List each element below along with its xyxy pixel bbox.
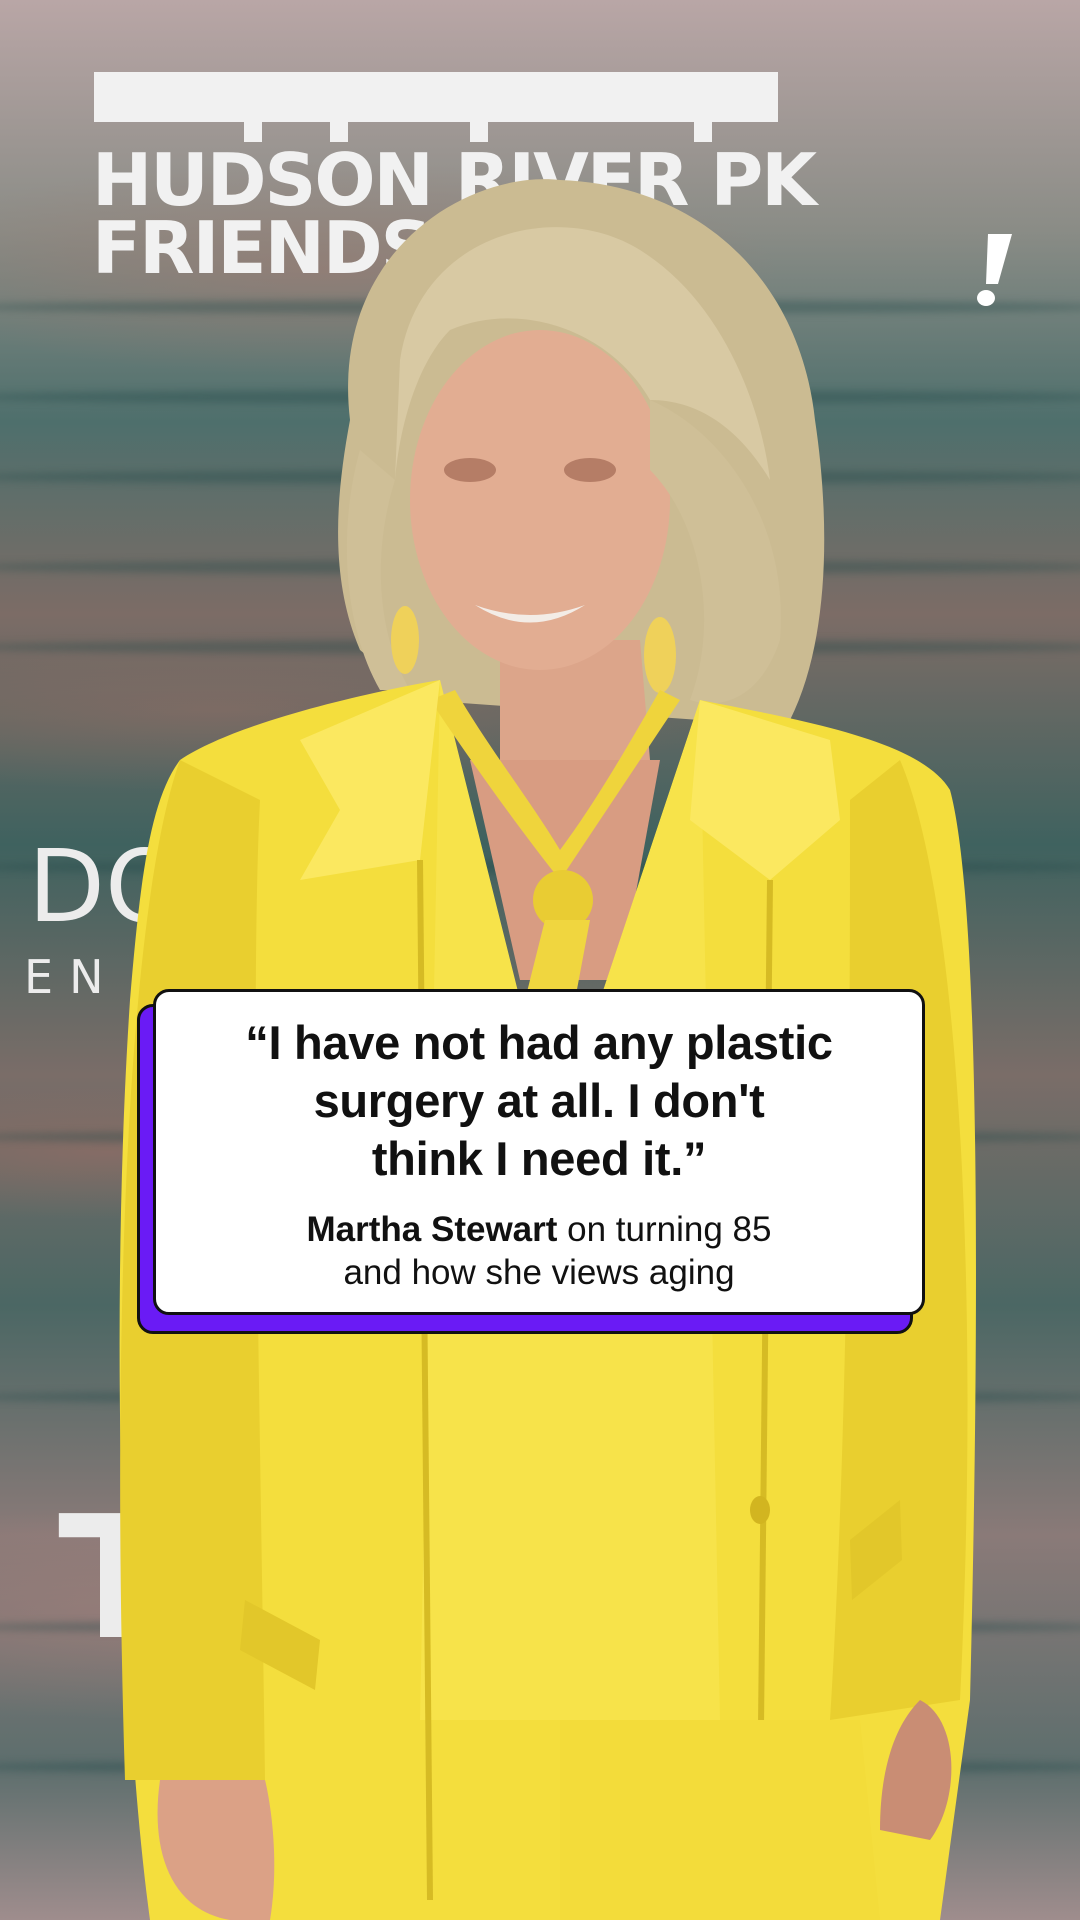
quote-line: think I need it.” xyxy=(371,1132,707,1185)
attribution-text: on turning 85 xyxy=(557,1210,772,1249)
quote-text: “I have not had any plastic surgery at a… xyxy=(192,1014,886,1188)
quote-line: surgery at all. I don't xyxy=(313,1074,765,1127)
quote-attribution: Martha Stewart on turning 85 and how she… xyxy=(192,1208,886,1294)
attribution-name: Martha Stewart xyxy=(306,1210,558,1249)
quote-card: “I have not had any plastic surgery at a… xyxy=(153,989,925,1315)
person-photo xyxy=(0,0,1080,1920)
attribution-text: and how she views aging xyxy=(343,1253,735,1292)
quote-line: “I have not had any plastic xyxy=(245,1016,833,1069)
